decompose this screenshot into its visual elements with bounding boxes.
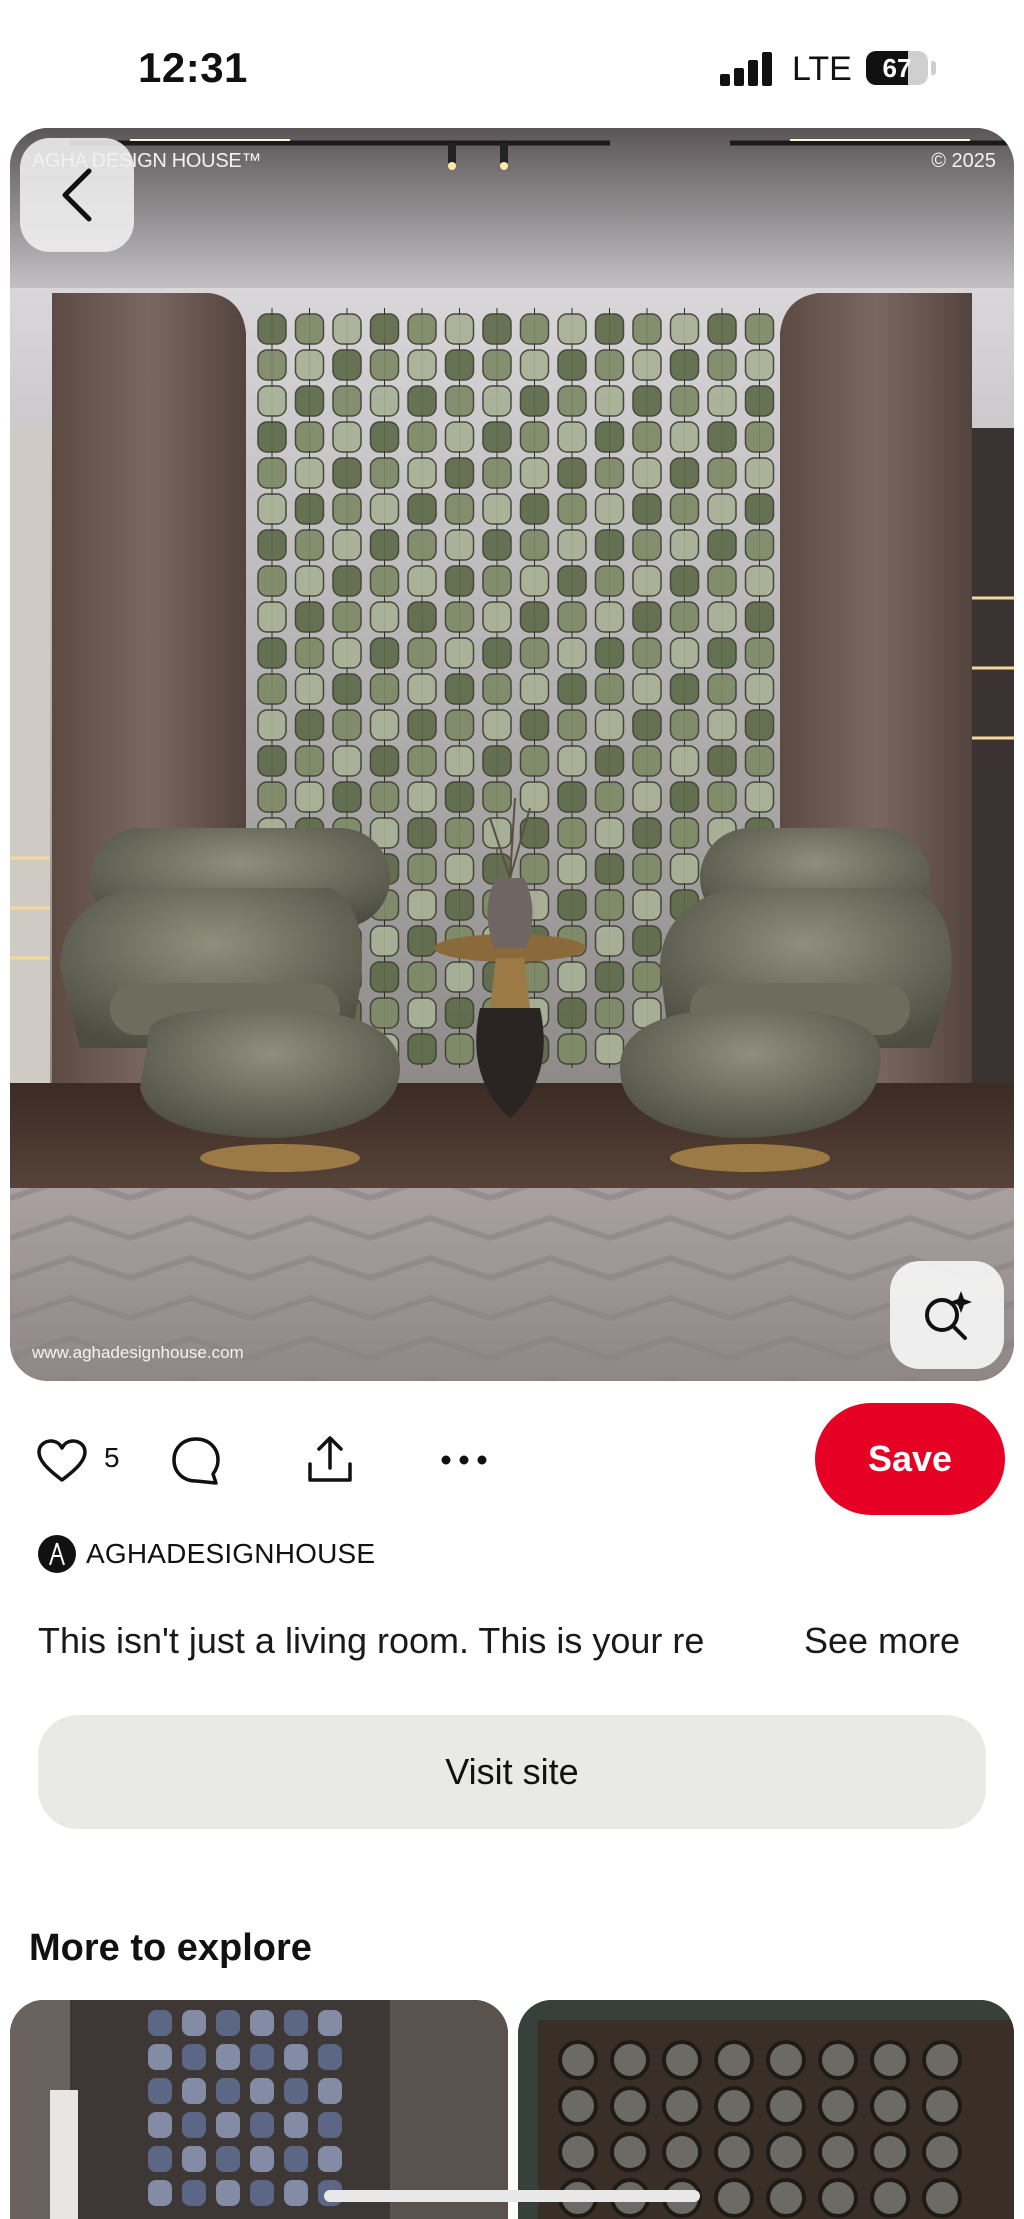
more-options-button[interactable]	[436, 1448, 492, 1472]
save-button[interactable]: Save	[815, 1403, 1005, 1515]
like-count: 5	[104, 1442, 120, 1473]
battery-icon: 67	[866, 51, 928, 85]
url-watermark: www.aghadesignhouse.com	[32, 1343, 244, 1362]
more-to-explore-heading: More to explore	[29, 1927, 312, 1969]
comment-bubble-icon	[172, 1437, 220, 1485]
see-more-link[interactable]: See more	[804, 1620, 960, 1662]
pin-description: This isn't just a living room. This is y…	[38, 1620, 705, 1661]
status-time: 12:31	[138, 44, 248, 91]
copyright-watermark: © 2025	[931, 150, 996, 172]
cellular-signal-icon	[720, 52, 774, 86]
comment-button[interactable]	[168, 1434, 224, 1488]
battery-cap	[931, 61, 936, 75]
visit-site-button[interactable]: Visit site	[38, 1715, 986, 1829]
heart-icon	[37, 1439, 87, 1482]
like-button[interactable]	[34, 1436, 90, 1486]
related-pin-image	[10, 2000, 508, 2219]
back-button[interactable]	[20, 138, 134, 252]
interior-scene-image	[10, 128, 1014, 1381]
related-pin-image	[518, 2000, 1014, 2219]
home-indicator	[324, 2190, 700, 2202]
avatar	[38, 1535, 76, 1573]
status-bar: 12:31 LTE 67	[0, 0, 1024, 128]
visual-search-button[interactable]	[890, 1261, 1004, 1369]
pin-action-bar: 5 Save	[0, 1400, 1024, 1518]
avatar-logo-icon	[49, 1542, 65, 1566]
battery-percent: 67	[882, 53, 912, 83]
creator-profile-link[interactable]: AGHADESIGNHOUSE	[38, 1534, 375, 1574]
network-type: LTE	[792, 50, 852, 88]
pin-image[interactable]: AGHA DESIGN HOUSE™ © 2025 www.aghadesign…	[10, 128, 1014, 1381]
share-button[interactable]	[302, 1432, 358, 1488]
creator-name: AGHADESIGNHOUSE	[86, 1538, 376, 1569]
ellipsis-icon	[441, 1455, 487, 1465]
related-pin-tile[interactable]	[10, 2000, 508, 2219]
related-pin-tile[interactable]	[518, 2000, 1014, 2219]
chevron-left-icon	[62, 168, 92, 222]
share-upload-icon	[308, 1436, 352, 1482]
description-fade	[700, 1615, 790, 1675]
sparkle-search-icon	[925, 1291, 972, 1340]
